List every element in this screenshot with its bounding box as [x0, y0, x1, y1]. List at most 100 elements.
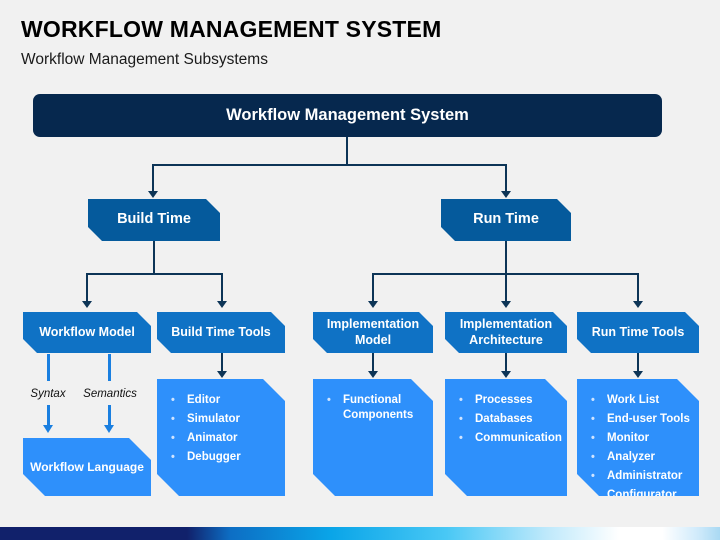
- bullet-icon: •: [327, 394, 331, 406]
- connector-to-workflow-model: [86, 273, 88, 303]
- list-implementation-architecture: • Processes • Databases • Communication: [445, 379, 567, 496]
- connector-to-implementation-model: [372, 273, 374, 303]
- connector-build-time-stem: [153, 241, 155, 273]
- bullet-icon: •: [171, 394, 175, 406]
- connector-build-time-bus: [86, 273, 223, 275]
- list-item[interactable]: • Monitor: [591, 431, 691, 447]
- node-workflow-model[interactable]: Workflow Model: [23, 312, 151, 353]
- bullet-icon: •: [459, 394, 463, 406]
- list-item-label: Configurator: [607, 488, 677, 501]
- connector-to-run-time: [505, 164, 507, 193]
- list-items: • Editor • Simulator • Animator • Debugger: [171, 393, 277, 466]
- node-label: Implementation Architecture: [459, 317, 553, 347]
- bullet-icon: •: [591, 412, 595, 425]
- arrow-syntax: [43, 425, 53, 433]
- arrow-implementation-architecture-list: [501, 371, 511, 378]
- list-item[interactable]: • Analyzer: [591, 450, 691, 466]
- bullet-icon: •: [591, 469, 595, 482]
- list-items: • Functional Components: [327, 393, 425, 424]
- bullet-icon: •: [459, 431, 463, 444]
- connector-implementation-architecture-to-list: [505, 353, 507, 373]
- bullet-icon: •: [459, 412, 463, 425]
- node-run-time-tools[interactable]: Run Time Tools: [577, 312, 699, 353]
- connector-build-time-tools-to-list: [221, 353, 223, 373]
- bullet-icon: •: [171, 412, 175, 425]
- arrow-to-build-time: [148, 191, 158, 198]
- list-run-time-tools: • Work List • End-user Tools • Monitor • Ana…: [577, 379, 699, 496]
- list-items: • Processes • Databases • Communication: [459, 393, 559, 447]
- bullet-icon: •: [591, 488, 595, 501]
- arrow-to-run-time: [501, 191, 511, 198]
- arrow-to-run-time-tools: [633, 301, 643, 308]
- connector-semantics-upper: [108, 354, 111, 381]
- connector-to-run-time-tools: [637, 273, 639, 303]
- list-item-label: Work List: [607, 394, 660, 406]
- bullet-icon: •: [171, 431, 175, 444]
- page-title: WORKFLOW MANAGEMENT SYSTEM: [21, 16, 442, 42]
- node-implementation-model[interactable]: Implementation Model: [313, 312, 433, 353]
- bullet-icon: •: [591, 394, 595, 406]
- list-item[interactable]: • Configurator: [591, 488, 691, 504]
- node-label: Build Time: [117, 211, 191, 228]
- connector-level1-bus: [152, 164, 507, 166]
- bullet-icon: •: [591, 450, 595, 463]
- node-workflow-management-system[interactable]: Workflow Management System: [33, 94, 662, 137]
- arrow-to-workflow-model: [82, 301, 92, 308]
- connector-to-build-time: [152, 164, 154, 193]
- node-implementation-architecture[interactable]: Implementation Architecture: [445, 312, 567, 353]
- node-label: Build Time Tools: [171, 324, 271, 339]
- edge-label-semantics: Semantics: [83, 388, 137, 400]
- list-item-label: Editor: [187, 394, 221, 406]
- list-item[interactable]: • Functional Components: [327, 393, 425, 424]
- arrow-build-time-tools-list: [217, 371, 227, 378]
- list-item[interactable]: • Administrator: [591, 469, 691, 485]
- page-subtitle: Workflow Management Subsystems: [21, 51, 268, 68]
- node-label: Workflow Language: [30, 459, 144, 474]
- footer-accent-bar: [0, 527, 720, 540]
- list-implementation-model: • Functional Components: [313, 379, 433, 496]
- list-item[interactable]: • Simulator: [171, 412, 277, 428]
- node-build-time-tools[interactable]: Build Time Tools: [157, 312, 285, 353]
- list-item[interactable]: • Animator: [171, 431, 277, 447]
- list-item[interactable]: • Debugger: [171, 450, 277, 466]
- bullet-icon: •: [591, 431, 595, 444]
- list-items: • Work List • End-user Tools • Monitor • Ana…: [591, 393, 691, 504]
- edge-label-syntax: Syntax: [30, 388, 66, 400]
- arrow-implementation-model-list: [368, 371, 378, 378]
- connector-run-time-tools-to-list: [637, 353, 639, 373]
- arrow-semantics: [104, 425, 114, 433]
- list-item[interactable]: • Work List: [591, 393, 691, 409]
- list-build-time-tools: • Editor • Simulator • Animator • Debugger: [157, 379, 285, 496]
- connector-to-build-time-tools: [221, 273, 223, 303]
- node-workflow-language[interactable]: Workflow Language: [23, 438, 151, 496]
- list-item[interactable]: • End-user Tools: [591, 412, 691, 428]
- node-label: Run Time Tools: [591, 324, 685, 339]
- list-item[interactable]: • Editor: [171, 393, 277, 409]
- arrow-to-build-time-tools: [217, 301, 227, 308]
- list-item[interactable]: • Communication: [459, 431, 559, 447]
- list-item-label: Communication: [475, 431, 562, 444]
- node-run-time[interactable]: Run Time: [441, 199, 571, 241]
- connector-syntax-lower: [47, 405, 50, 427]
- list-item[interactable]: • Processes: [459, 393, 559, 409]
- list-item-label: Functional Components: [343, 394, 414, 422]
- node-build-time[interactable]: Build Time: [88, 199, 220, 241]
- slide-canvas: WORKFLOW MANAGEMENT SYSTEM Workflow Mana…: [0, 0, 720, 540]
- bullet-icon: •: [171, 450, 175, 463]
- list-item-label: Analyzer: [607, 450, 655, 463]
- connector-syntax-upper: [47, 354, 50, 381]
- node-label: Implementation Model: [326, 317, 420, 347]
- list-item-label: Processes: [475, 394, 533, 406]
- list-item[interactable]: • Databases: [459, 412, 559, 428]
- node-label: Run Time: [473, 211, 539, 228]
- list-item-label: Animator: [187, 431, 238, 444]
- connector-root-stem: [346, 137, 348, 164]
- node-label: Workflow Model: [39, 324, 135, 339]
- connector-run-time-stem: [505, 241, 507, 273]
- list-item-label: Monitor: [607, 431, 650, 444]
- list-item-label: Administrator: [607, 469, 683, 482]
- connector-semantics-lower: [108, 405, 111, 427]
- list-item-label: End-user Tools: [607, 412, 690, 425]
- connector-to-implementation-architecture: [505, 273, 507, 303]
- list-item-label: Debugger: [187, 450, 241, 463]
